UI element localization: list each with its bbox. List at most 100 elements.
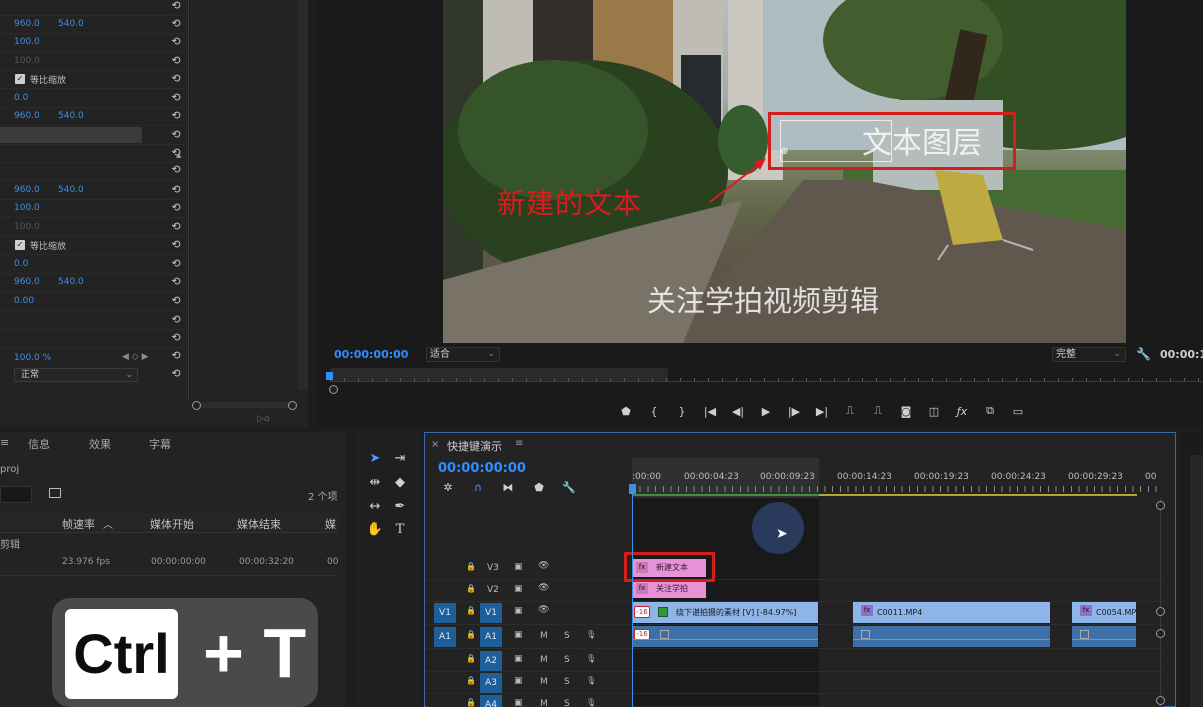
program-playhead[interactable] bbox=[326, 372, 333, 380]
property-value-y[interactable]: 540.0 bbox=[58, 185, 84, 195]
reset-icon[interactable]: ⟲ bbox=[170, 202, 182, 214]
tab-captions[interactable]: 字幕 bbox=[149, 436, 171, 452]
snap-icon[interactable]: ∩ bbox=[471, 481, 485, 495]
collapse-arrow-icon[interactable]: ▲ bbox=[176, 151, 181, 159]
source-patch-a1[interactable]: A1 bbox=[434, 627, 456, 647]
graphic-clip-follow[interactable]: fx 关注学拍 bbox=[632, 580, 706, 598]
marker-icon[interactable]: ⬟ bbox=[612, 405, 640, 418]
vscroll-handle[interactable] bbox=[1156, 629, 1165, 638]
sync-lock-icon[interactable]: ▣ bbox=[514, 562, 523, 572]
panel-menu-icon[interactable]: ≡ bbox=[0, 436, 9, 449]
fx-icon[interactable]: ƒx bbox=[948, 405, 976, 418]
sort-up-icon[interactable]: ︿ bbox=[103, 516, 113, 531]
property-value[interactable]: 960.0 bbox=[14, 111, 40, 121]
track-target-a3[interactable]: A3 bbox=[480, 673, 502, 693]
track-target-a2[interactable]: A2 bbox=[480, 651, 502, 671]
step-forward-icon[interactable]: |▶ bbox=[780, 405, 808, 418]
program-timecode[interactable]: 00:00:00:00 bbox=[334, 348, 408, 361]
property-value[interactable]: 960.0 bbox=[14, 19, 40, 29]
opacity-value[interactable]: 100.0 % bbox=[14, 353, 51, 363]
slip-icon[interactable]: ↔ bbox=[365, 497, 385, 517]
pen-icon[interactable]: ✒ bbox=[390, 497, 410, 517]
tab-effects[interactable]: 效果 bbox=[89, 436, 111, 452]
microphone-icon[interactable]: 🎙 bbox=[586, 654, 596, 663]
reset-icon[interactable]: ⟲ bbox=[170, 184, 182, 196]
effect-controls-divider[interactable] bbox=[188, 0, 190, 400]
ripple-edit-icon[interactable]: ⇹ bbox=[365, 473, 385, 493]
reset-icon[interactable]: ⟲ bbox=[170, 368, 182, 380]
property-value[interactable]: 0.0 bbox=[14, 93, 28, 103]
timeline-playhead[interactable] bbox=[629, 484, 636, 494]
lock-icon[interactable]: 🔒 bbox=[466, 606, 476, 615]
video-clip-c0011[interactable]: fx C0011.MP4 bbox=[853, 602, 1050, 623]
mark-in-icon[interactable]: { bbox=[640, 405, 668, 418]
program-scroll-handle[interactable] bbox=[329, 385, 338, 394]
zoom-fit-select[interactable]: 适合 ⌄ bbox=[426, 347, 500, 362]
caption-follow[interactable]: 关注学拍视频剪辑 bbox=[647, 278, 879, 320]
reset-icon[interactable]: ⟲ bbox=[170, 36, 182, 48]
blend-mode-select[interactable]: 正常 ⌄ bbox=[14, 368, 138, 382]
column-media-extra[interactable]: 媒 bbox=[325, 516, 336, 532]
track-target-v3[interactable]: V3 bbox=[487, 563, 499, 573]
nest-icon[interactable]: ✲ bbox=[441, 481, 455, 495]
vscroll-handle[interactable] bbox=[1156, 696, 1165, 705]
wrench-icon[interactable]: 🔧 bbox=[1136, 347, 1151, 361]
vscroll-handle[interactable] bbox=[1156, 501, 1165, 510]
microphone-icon[interactable]: 🎙 bbox=[586, 698, 596, 707]
program-ruler[interactable] bbox=[330, 368, 1203, 382]
timeline-timecode[interactable]: 00:00:00:00 bbox=[438, 461, 526, 476]
property-value[interactable]: 100.0 bbox=[14, 203, 40, 213]
microphone-icon[interactable]: 🎙 bbox=[586, 676, 596, 685]
tab-info[interactable]: 信息 bbox=[28, 436, 50, 452]
sync-lock-icon[interactable]: ▣ bbox=[514, 606, 523, 616]
mute-button[interactable]: M bbox=[540, 677, 548, 687]
sync-lock-icon[interactable]: ▣ bbox=[514, 630, 523, 640]
reset-icon[interactable]: ⟲ bbox=[170, 258, 182, 270]
step-back-icon[interactable]: ◀| bbox=[724, 405, 752, 418]
project-row-name[interactable]: 剪辑 bbox=[0, 536, 20, 551]
camera-icon[interactable]: ◙ bbox=[892, 405, 920, 418]
property-value-y[interactable]: 540.0 bbox=[58, 19, 84, 29]
column-media-end[interactable]: 媒体结束 bbox=[237, 516, 281, 532]
property-value-y[interactable]: 540.0 bbox=[58, 277, 84, 287]
solo-button[interactable]: S bbox=[564, 699, 570, 707]
reset-icon[interactable]: ⟲ bbox=[170, 239, 182, 251]
property-value[interactable]: 960.0 bbox=[14, 185, 40, 195]
reset-icon[interactable]: ⟲ bbox=[170, 18, 182, 30]
video-clip-main[interactable]: -16 绕下谌拍摄的素材 [V] [-84.97%] bbox=[632, 602, 818, 623]
filter-icon[interactable]: ▷⌂ bbox=[257, 414, 270, 424]
bin-icon[interactable] bbox=[49, 488, 61, 498]
mute-button[interactable]: M bbox=[540, 655, 548, 665]
zoom-handle-left[interactable] bbox=[192, 401, 201, 410]
reset-icon[interactable]: ⟲ bbox=[170, 164, 182, 176]
timeline-vscroll[interactable] bbox=[1160, 498, 1161, 707]
panel-menu-icon[interactable]: ≡ bbox=[515, 438, 523, 449]
keyframe-nav[interactable]: ◀ ◇ ▶ bbox=[122, 352, 149, 362]
video-clip-c0054[interactable]: fx C0054.MP bbox=[1072, 602, 1136, 623]
eye-icon[interactable]: 👁 bbox=[538, 583, 549, 593]
project-search-input[interactable] bbox=[0, 486, 32, 503]
solo-button[interactable]: S bbox=[564, 631, 570, 641]
eye-icon[interactable]: 👁 bbox=[538, 561, 549, 571]
sync-lock-icon[interactable]: ▣ bbox=[514, 676, 523, 686]
column-media-start[interactable]: 媒体开始 bbox=[150, 516, 194, 532]
reset-icon[interactable]: ⟲ bbox=[170, 314, 182, 326]
sync-lock-icon[interactable]: ▣ bbox=[514, 698, 523, 707]
uniform-scale-checkbox[interactable]: ✓ bbox=[15, 240, 25, 250]
zoom-handle-right[interactable] bbox=[288, 401, 297, 410]
extract-icon[interactable]: ⎍ bbox=[864, 404, 892, 418]
mute-button[interactable]: M bbox=[540, 631, 548, 641]
lock-icon[interactable]: 🔒 bbox=[466, 562, 476, 571]
source-patch-v1[interactable]: V1 bbox=[434, 603, 456, 623]
audio-clip-main[interactable]: -16 bbox=[632, 626, 818, 647]
reset-icon[interactable]: ⟲ bbox=[170, 129, 182, 141]
track-target-v1[interactable]: V1 bbox=[480, 603, 502, 623]
tab-sequence[interactable]: 快捷键演示 bbox=[447, 438, 502, 454]
mute-button[interactable]: M bbox=[540, 699, 548, 707]
reset-icon[interactable]: ⟲ bbox=[170, 73, 182, 85]
mark-out-icon[interactable]: } bbox=[668, 405, 696, 418]
reset-icon[interactable]: ⟲ bbox=[170, 276, 182, 288]
vscroll-handle[interactable] bbox=[1156, 607, 1165, 616]
property-value[interactable]: 0.0 bbox=[14, 259, 28, 269]
track-target-a1[interactable]: A1 bbox=[480, 627, 502, 647]
